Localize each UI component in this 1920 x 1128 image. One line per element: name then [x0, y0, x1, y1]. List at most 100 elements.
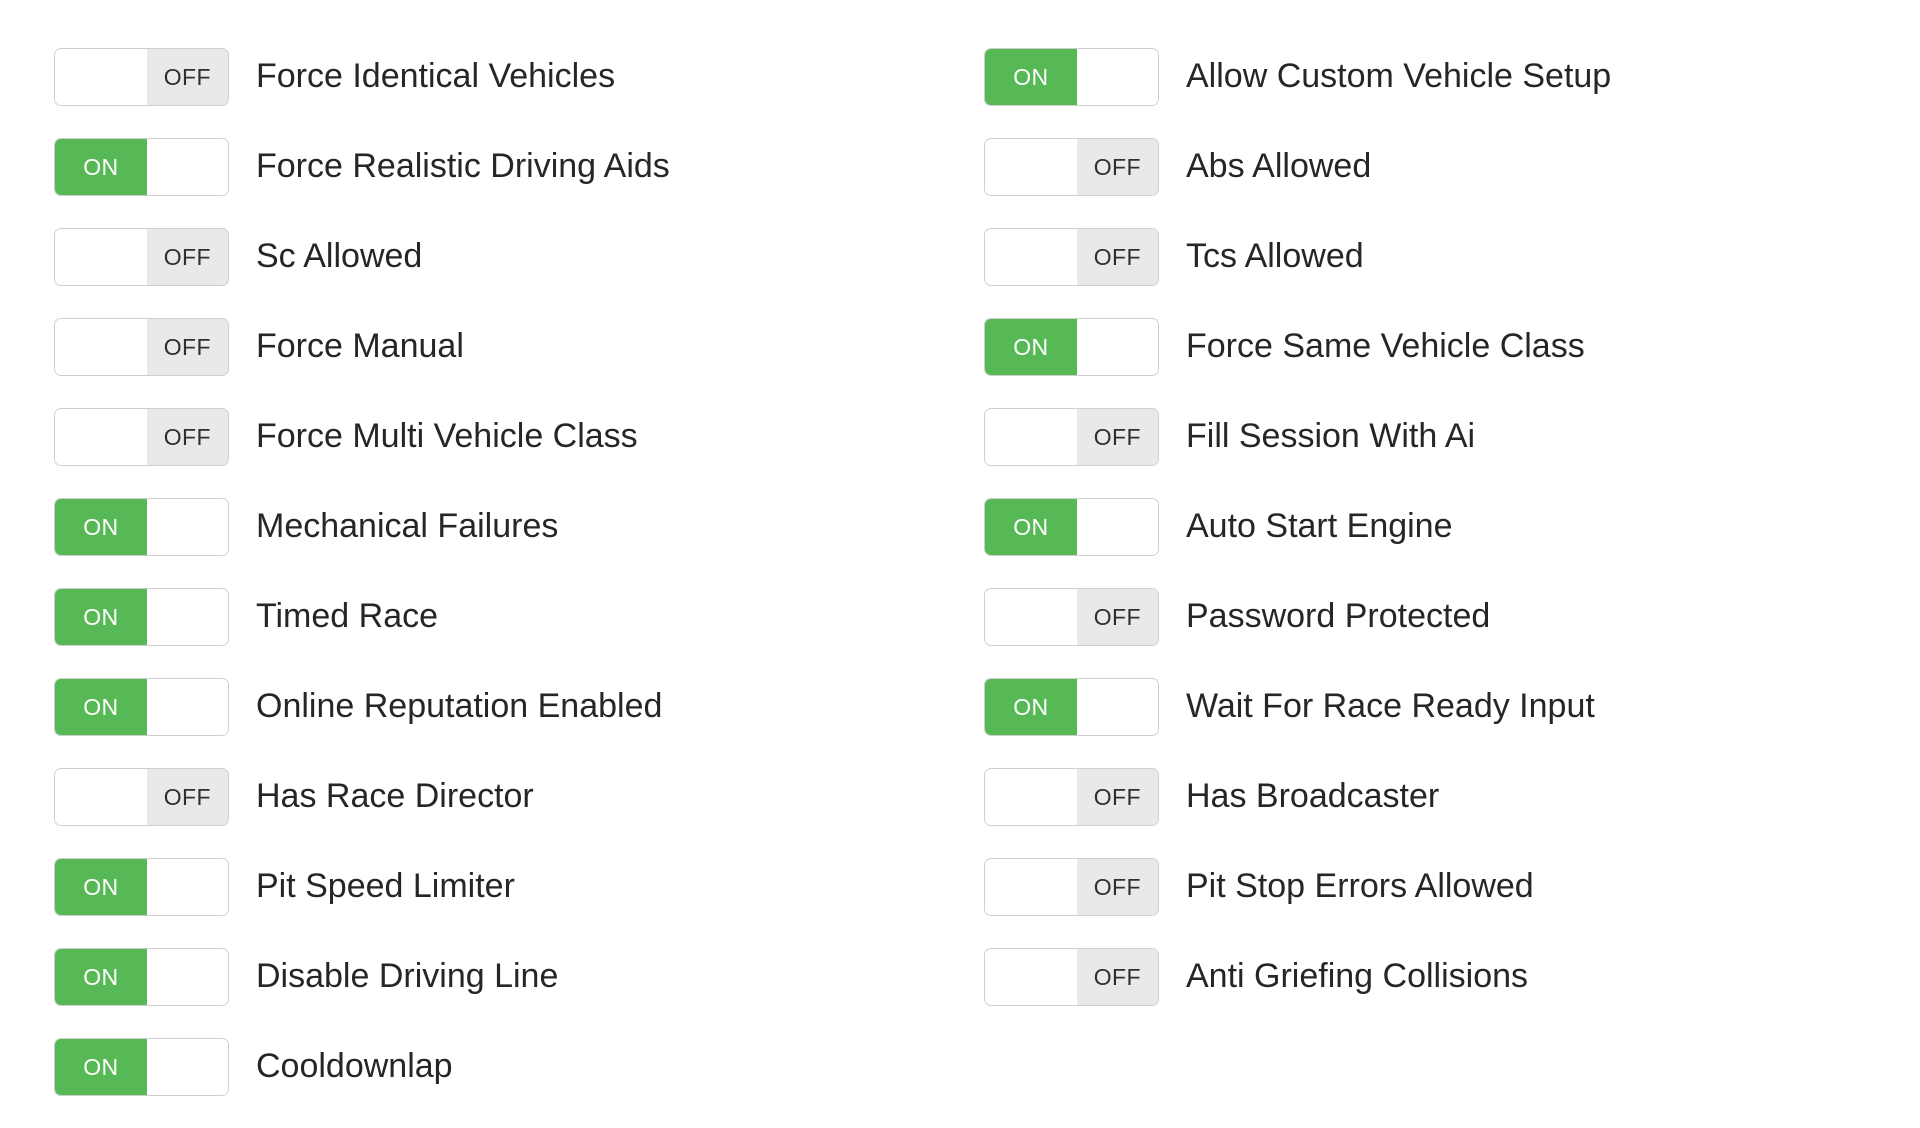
- setting-row: OFF Force Multi Vehicle Class: [54, 408, 884, 466]
- toggle-knob: ON: [985, 49, 1077, 105]
- toggle-track: OFF: [1076, 769, 1158, 825]
- setting-row: ON Online Reputation Enabled: [54, 678, 884, 736]
- toggle-track: [1076, 49, 1158, 105]
- toggle-state-label: OFF: [1093, 783, 1141, 810]
- toggle-track: OFF: [1076, 409, 1158, 465]
- toggle-knob: ON: [55, 1039, 147, 1095]
- toggle-knob: ON: [55, 679, 147, 735]
- toggle-force-same-vehicle-class[interactable]: ON: [984, 318, 1159, 376]
- setting-label: Timed Race: [256, 597, 439, 636]
- setting-row: OFF Anti Griefing Collisions: [984, 948, 1814, 1006]
- setting-label: Cooldownlap: [256, 1047, 453, 1086]
- toggle-state-label: ON: [83, 153, 119, 180]
- toggle-sc-allowed[interactable]: OFF: [54, 228, 229, 286]
- toggle-anti-griefing-collisions[interactable]: OFF: [984, 948, 1159, 1006]
- toggle-knob: [55, 409, 147, 465]
- setting-row: ON Allow Custom Vehicle Setup: [984, 48, 1814, 106]
- settings-column-left: OFF Force Identical Vehicles ON Force Reali…: [54, 48, 884, 1096]
- toggle-password-protected[interactable]: OFF: [984, 588, 1159, 646]
- setting-row: ON Disable Driving Line: [54, 948, 884, 1006]
- setting-label: Force Manual: [256, 327, 464, 366]
- toggle-knob: [985, 589, 1077, 645]
- toggle-wait-for-race-ready-input[interactable]: ON: [984, 678, 1159, 736]
- toggle-track: OFF: [1076, 859, 1158, 915]
- toggle-state-label: OFF: [1093, 153, 1141, 180]
- toggle-state-label: OFF: [163, 783, 211, 810]
- toggle-pit-stop-errors-allowed[interactable]: OFF: [984, 858, 1159, 916]
- toggle-tcs-allowed[interactable]: OFF: [984, 228, 1159, 286]
- toggle-track: OFF: [146, 229, 228, 285]
- setting-row: OFF Fill Session With Ai: [984, 408, 1814, 466]
- toggle-knob: ON: [985, 679, 1077, 735]
- toggle-state-label: ON: [83, 693, 119, 720]
- toggle-state-label: ON: [1013, 693, 1049, 720]
- toggle-timed-race[interactable]: ON: [54, 588, 229, 646]
- toggle-abs-allowed[interactable]: OFF: [984, 138, 1159, 196]
- toggle-state-label: ON: [1013, 333, 1049, 360]
- toggle-knob: [55, 769, 147, 825]
- setting-label: Allow Custom Vehicle Setup: [1186, 57, 1612, 96]
- toggle-knob: [55, 229, 147, 285]
- toggle-state-label: OFF: [1093, 603, 1141, 630]
- toggle-state-label: ON: [83, 603, 119, 630]
- setting-row: ON Force Realistic Driving Aids: [54, 138, 884, 196]
- setting-label: Disable Driving Line: [256, 957, 559, 996]
- toggle-allow-custom-vehicle-setup[interactable]: ON: [984, 48, 1159, 106]
- toggle-force-multi-vehicle-class[interactable]: OFF: [54, 408, 229, 466]
- toggle-auto-start-engine[interactable]: ON: [984, 498, 1159, 556]
- toggle-has-broadcaster[interactable]: OFF: [984, 768, 1159, 826]
- toggle-knob: ON: [55, 949, 147, 1005]
- toggle-state-label: OFF: [163, 243, 211, 270]
- toggle-state-label: OFF: [1093, 873, 1141, 900]
- setting-label: Mechanical Failures: [256, 507, 559, 546]
- settings-panel: OFF Force Identical Vehicles ON Force Reali…: [0, 0, 1920, 1128]
- toggle-cooldownlap[interactable]: ON: [54, 1038, 229, 1096]
- toggle-knob: [55, 319, 147, 375]
- setting-row: OFF Tcs Allowed: [984, 228, 1814, 286]
- setting-row: ON Timed Race: [54, 588, 884, 646]
- setting-row: OFF Sc Allowed: [54, 228, 884, 286]
- setting-row: ON Pit Speed Limiter: [54, 858, 884, 916]
- toggle-knob: ON: [985, 319, 1077, 375]
- setting-row: OFF Has Broadcaster: [984, 768, 1814, 826]
- toggle-track: [1076, 679, 1158, 735]
- toggle-state-label: OFF: [163, 63, 211, 90]
- setting-row: OFF Abs Allowed: [984, 138, 1814, 196]
- toggle-track: [1076, 319, 1158, 375]
- toggle-state-label: OFF: [1093, 243, 1141, 270]
- toggle-fill-session-with-ai[interactable]: OFF: [984, 408, 1159, 466]
- toggle-force-identical-vehicles[interactable]: OFF: [54, 48, 229, 106]
- toggle-has-race-director[interactable]: OFF: [54, 768, 229, 826]
- toggle-mechanical-failures[interactable]: ON: [54, 498, 229, 556]
- setting-label: Tcs Allowed: [1186, 237, 1364, 276]
- setting-label: Sc Allowed: [256, 237, 423, 276]
- setting-label: Force Same Vehicle Class: [1186, 327, 1585, 366]
- toggle-state-label: OFF: [1093, 423, 1141, 450]
- toggle-track: [146, 1039, 228, 1095]
- toggle-state-label: ON: [83, 963, 119, 990]
- toggle-pit-speed-limiter[interactable]: ON: [54, 858, 229, 916]
- setting-label: Online Reputation Enabled: [256, 687, 663, 726]
- toggle-knob: ON: [55, 859, 147, 915]
- setting-label: Wait For Race Ready Input: [1186, 687, 1595, 726]
- toggle-force-realistic-driving-aids[interactable]: ON: [54, 138, 229, 196]
- setting-row: ON Auto Start Engine: [984, 498, 1814, 556]
- toggle-track: [146, 139, 228, 195]
- toggle-state-label: ON: [1013, 513, 1049, 540]
- toggle-track: OFF: [146, 769, 228, 825]
- toggle-track: [146, 949, 228, 1005]
- toggle-track: OFF: [1076, 949, 1158, 1005]
- setting-label: Has Race Director: [256, 777, 534, 816]
- toggle-track: [1076, 499, 1158, 555]
- toggle-track: OFF: [1076, 139, 1158, 195]
- toggle-knob: [985, 859, 1077, 915]
- toggle-knob: ON: [55, 139, 147, 195]
- setting-label: Force Realistic Driving Aids: [256, 147, 670, 186]
- toggle-track: OFF: [146, 319, 228, 375]
- toggle-disable-driving-line[interactable]: ON: [54, 948, 229, 1006]
- toggle-knob: [985, 949, 1077, 1005]
- toggle-knob: ON: [55, 499, 147, 555]
- toggle-force-manual[interactable]: OFF: [54, 318, 229, 376]
- setting-row: ON Force Same Vehicle Class: [984, 318, 1814, 376]
- toggle-online-reputation-enabled[interactable]: ON: [54, 678, 229, 736]
